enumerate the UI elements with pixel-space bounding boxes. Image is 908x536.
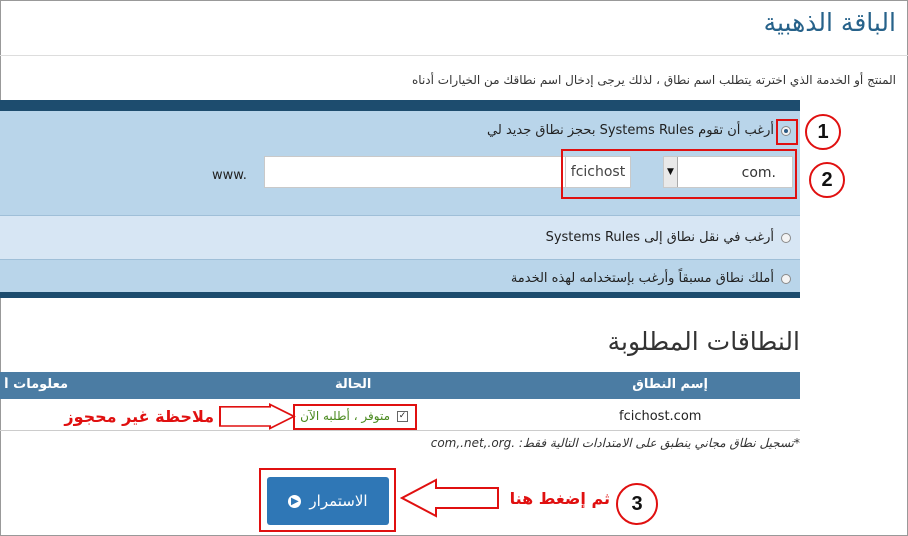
annotation-status-highlight: [293, 404, 417, 430]
annotation-step-3: 3: [616, 483, 658, 525]
own-domain-label[interactable]: أملك نطاق مسبقاً وأرغب بإستخدامه لهذه ال…: [511, 271, 774, 286]
required-domains-title: النطاقات المطلوبة: [607, 327, 800, 356]
panel-top-bar: [0, 100, 800, 111]
transfer-domain-label[interactable]: أرغب في نقل نطاق إلى Systems Rules: [546, 230, 774, 245]
own-domain-radio[interactable]: [781, 274, 791, 284]
register-domain-label[interactable]: أرغب أن تقوم Systems Rules بحجز نطاق جدي…: [487, 123, 774, 138]
option-divider: [0, 259, 800, 260]
option-divider: [0, 215, 800, 216]
column-header-info: معلومات أ: [4, 377, 68, 392]
intro-text: المنتج أو الخدمة الذي اخترته يتطلب اسم ن…: [412, 73, 896, 87]
annotation-radio-highlight: [776, 119, 798, 145]
page-title: الباقة الذهبية: [763, 8, 896, 37]
title-divider: [0, 55, 908, 56]
free-domain-footnote: *تسجيل نطاق مجاني ينطبق على الامتدادات ا…: [430, 436, 800, 450]
domain-search-field[interactable]: [264, 156, 604, 188]
annotation-arrow-status-icon: [219, 402, 296, 430]
panel-bottom-bar: [0, 292, 800, 298]
annotation-arrow-button-icon: [400, 478, 499, 518]
table-row-divider: [0, 430, 800, 431]
annotation-button-highlight: [259, 468, 396, 532]
column-header-domain: إسم النطاق: [632, 377, 708, 392]
annotation-note-click: ثم إضغط هنا: [509, 489, 610, 508]
transfer-domain-radio[interactable]: [781, 233, 791, 243]
annotation-domain-highlight: [561, 149, 797, 199]
annotation-step-2: 2: [809, 162, 845, 198]
annotation-note-available: ملاحظة غير محجوز: [64, 407, 214, 426]
annotation-step-1: 1: [805, 114, 841, 150]
www-prefix: www.: [212, 168, 247, 183]
column-header-status: الحالة: [335, 377, 372, 392]
table-cell-domain: fcichost.com: [619, 409, 702, 424]
